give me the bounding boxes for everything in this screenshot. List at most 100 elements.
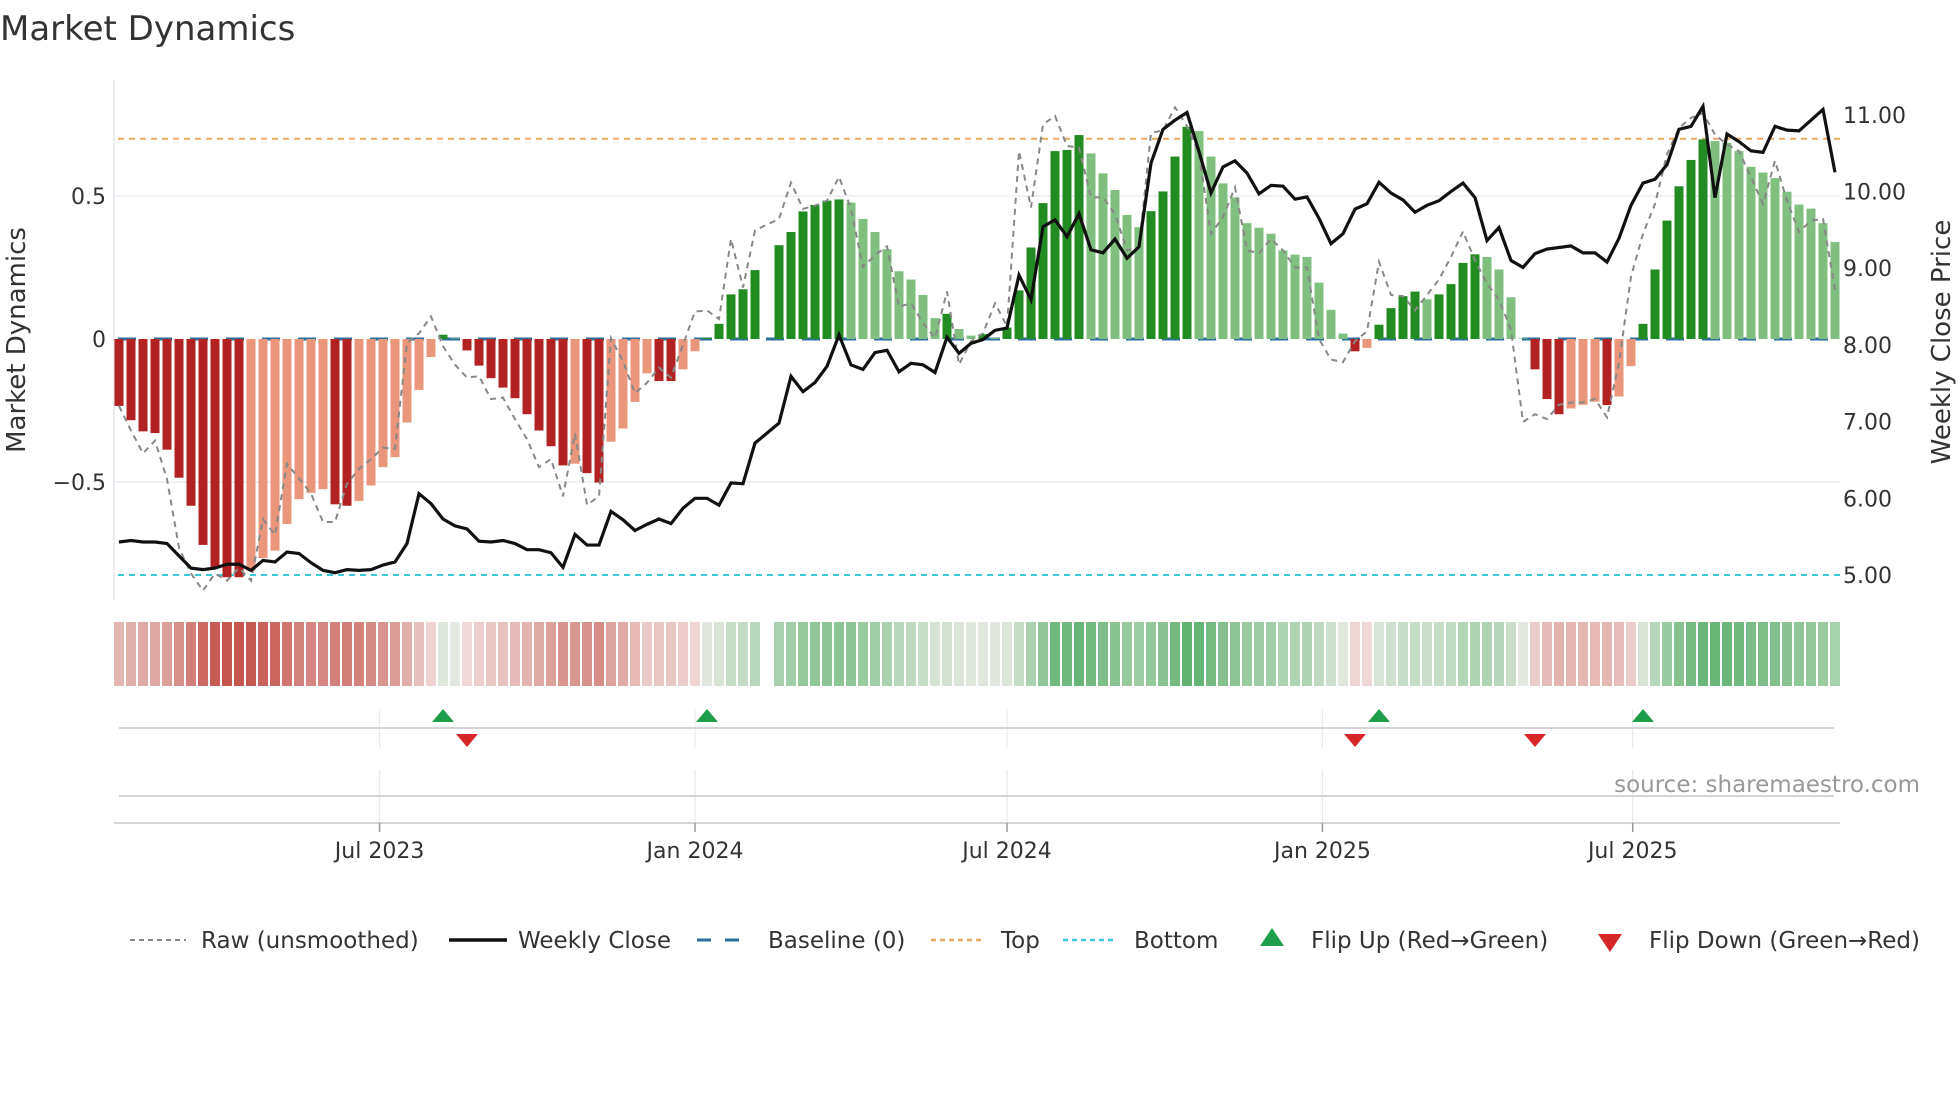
flip-up-marker (1368, 709, 1390, 722)
dynamics-bar (1326, 309, 1336, 339)
heatmap-cell (834, 622, 844, 686)
heatmap-cell (1014, 622, 1024, 686)
dynamics-bar (198, 339, 208, 545)
dynamics-bar (342, 339, 352, 506)
heatmap-cell (114, 622, 124, 686)
heatmap-cell (1446, 622, 1456, 686)
heatmap-cell (894, 622, 904, 686)
heatmap-cell (1818, 622, 1828, 686)
heatmap-cell (270, 622, 280, 686)
dynamics-bar (1542, 339, 1552, 400)
dynamics-bar (954, 328, 964, 339)
heatmap-cell (666, 622, 676, 686)
heatmap-cell (798, 622, 808, 686)
heatmap-cell (630, 622, 640, 686)
dynamics-bar (1422, 299, 1432, 339)
dynamics-bar (1446, 284, 1456, 339)
heatmap-cell (1278, 622, 1288, 686)
dynamics-bar (150, 339, 160, 434)
heatmap-cell (1206, 622, 1216, 686)
heatmap-cell (978, 622, 988, 686)
heatmap-cell (1218, 622, 1228, 686)
x-tick-label: Jan 2024 (645, 839, 744, 864)
dynamics-bar (810, 204, 820, 339)
dynamics-bar (1734, 151, 1744, 339)
heatmap-cell (726, 622, 736, 686)
heatmap-cell (1770, 622, 1780, 686)
legend-label: Weekly Close (518, 928, 671, 954)
heatmap-cell (1158, 622, 1168, 686)
heatmap-cell (1170, 622, 1180, 686)
dynamics-bar (1170, 156, 1180, 339)
heatmap-cell (990, 622, 1000, 686)
dynamics-bar (1074, 135, 1084, 339)
dynamics-bar (678, 339, 688, 370)
heatmap-cell (1710, 622, 1720, 686)
dynamics-bar (1230, 197, 1240, 339)
dynamics-bar (354, 339, 364, 501)
legend-item-close: Weekly Close (449, 928, 671, 954)
heatmap-cell (654, 622, 664, 686)
dynamics-bar (126, 339, 136, 421)
legend-item-raw: Raw (unsmoothed) (130, 928, 419, 954)
dynamics-bar (774, 245, 784, 339)
heatmap-cell (1290, 622, 1300, 686)
heatmap-cell (126, 622, 136, 686)
legend-item-flip-up: Flip Up (Red→Green) (1260, 928, 1548, 954)
heatmap-cell (210, 622, 220, 686)
heatmap-cell (1734, 622, 1744, 686)
dynamics-bar (330, 339, 340, 505)
heatmap-cell (1674, 622, 1684, 686)
heatmap-cell (234, 622, 244, 686)
heatmap-cell (1302, 622, 1312, 686)
heatmap-cell (294, 622, 304, 686)
heatmap-strip (114, 622, 1840, 686)
dynamics-bar (1014, 290, 1024, 339)
flip-up-marker (1632, 709, 1654, 722)
heatmap-cell (318, 622, 328, 686)
right-tick-label: 11.00 (1843, 104, 1906, 129)
dynamics-bar (702, 337, 712, 339)
heatmap-cell (1566, 622, 1576, 686)
right-tick-label: 8.00 (1843, 334, 1892, 359)
dynamics-bar (882, 249, 892, 339)
right-tick-label: 7.00 (1843, 411, 1892, 436)
heatmap-cell (1578, 622, 1588, 686)
dynamics-bar (474, 339, 484, 366)
heatmap-cell (162, 622, 172, 686)
heatmap-cell (1590, 622, 1600, 686)
heatmap-cell (1074, 622, 1084, 686)
heatmap-cell (1242, 622, 1252, 686)
heatmap-cell (606, 622, 616, 686)
dynamics-bar (414, 339, 424, 390)
heatmap-cell (1254, 622, 1264, 686)
dynamics-bar (1410, 291, 1420, 339)
legend-label: Raw (unsmoothed) (201, 928, 419, 954)
left-tick-label: 0.5 (71, 185, 106, 210)
right-axis-label: Weekly Close Price (1927, 220, 1957, 465)
heatmap-cell (690, 622, 700, 686)
heatmap-cell (678, 622, 688, 686)
dynamics-bar (1662, 220, 1672, 339)
heatmap-cell (750, 622, 760, 686)
heatmap-cell (1386, 622, 1396, 686)
flip-up-marker (696, 709, 718, 722)
dynamics-bar (426, 339, 436, 358)
heatmap-cell (342, 622, 352, 686)
legend-item-bottom: Bottom (1063, 928, 1218, 954)
dynamics-bar (690, 339, 700, 352)
heatmap-cell (474, 622, 484, 686)
heatmap-cell (1410, 622, 1420, 686)
heatmap-cell (1626, 622, 1636, 686)
heatmap-cell (738, 622, 748, 686)
heatmap-cell (258, 622, 268, 686)
dynamics-bar (1278, 250, 1288, 339)
heatmap-cell (1806, 622, 1816, 686)
heatmap-cell (1722, 622, 1732, 686)
dynamics-bar (1518, 338, 1528, 339)
heatmap-cell (774, 622, 784, 686)
dynamics-bar (1494, 269, 1504, 339)
heatmap-cell (174, 622, 184, 686)
heatmap-cell (1110, 622, 1120, 686)
heatmap-cell (1002, 622, 1012, 686)
